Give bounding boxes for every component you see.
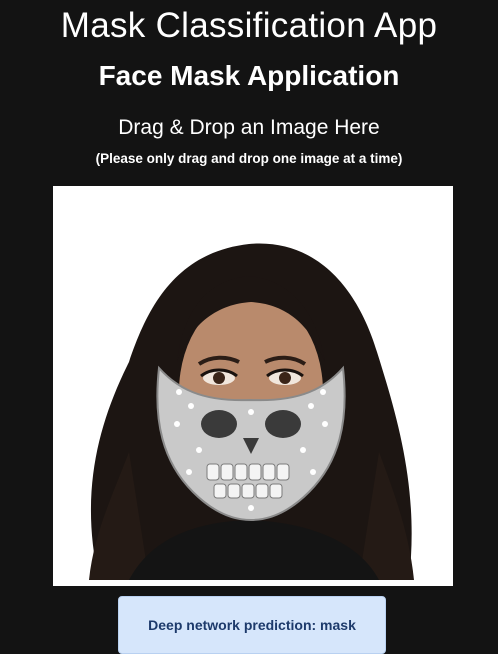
app-title: Mask Classification App — [60, 6, 438, 45]
drop-heading: Drag & Drop an Image Here — [118, 116, 380, 139]
image-dropzone[interactable] — [53, 186, 453, 586]
prediction-result: Deep network prediction: mask — [118, 596, 386, 654]
uploaded-image — [59, 192, 447, 580]
drop-instruction-note: (Please only drag and drop one image at … — [95, 151, 403, 166]
app-subtitle: Face Mask Application — [98, 60, 400, 91]
